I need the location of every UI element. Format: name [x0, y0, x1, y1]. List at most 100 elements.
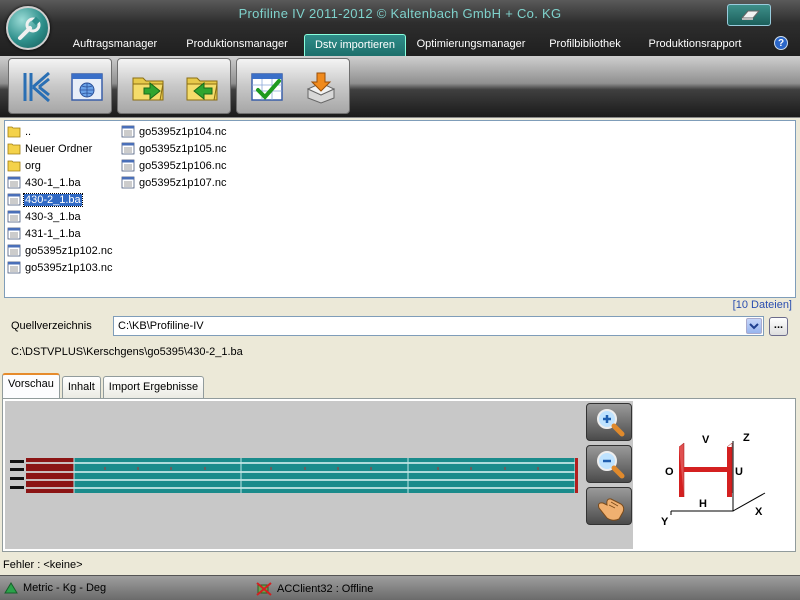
- checklist-button[interactable]: [249, 69, 285, 105]
- file-column-2: go5395z1p104.nc go5395z1p105.nc go5395z1…: [121, 123, 227, 191]
- help-icon[interactable]: ?: [774, 36, 788, 50]
- text-file-icon: [121, 159, 135, 172]
- source-directory-combobox[interactable]: C:\KB\Profiline-IV: [113, 316, 764, 336]
- file-count-label: [10 Dateien]: [732, 299, 792, 311]
- profile-beam-drawing: [10, 458, 578, 493]
- tab-inhalt[interactable]: Inhalt: [61, 376, 101, 398]
- dstv-logo-button[interactable]: [19, 69, 55, 105]
- text-file-icon: [7, 227, 21, 240]
- menu-optimierungsmanager[interactable]: Optimierungsmanager: [406, 34, 536, 56]
- folder-import-icon: [132, 77, 164, 101]
- folder-import-button[interactable]: [130, 69, 166, 105]
- list-item-file[interactable]: go5395z1p107.nc: [121, 174, 227, 191]
- source-directory-label: Quellverzeichnis: [11, 320, 92, 332]
- dstv-logo-icon: [23, 71, 50, 103]
- pan-button[interactable]: [586, 487, 632, 525]
- file-column-1: .. Neuer Ordner org 430-1_1.ba 430-2_1.b…: [7, 123, 113, 276]
- units-status[interactable]: Metric - Kg - Deg: [4, 582, 106, 594]
- menu-dstv-importieren[interactable]: Dstv importieren: [304, 34, 406, 56]
- preview-toolbar: [583, 401, 633, 549]
- folder-export-icon: [186, 77, 218, 101]
- list-item-folder[interactable]: Neuer Ordner: [7, 140, 113, 157]
- text-file-icon: [121, 142, 135, 155]
- text-file-icon: [7, 210, 21, 223]
- current-file-path: C:\DSTVPLUS\Kerschgens\go5395\430-2_1.ba: [11, 346, 243, 358]
- checklist-icon: [251, 73, 283, 101]
- toolbar: [0, 56, 800, 118]
- file-name: go5395z1p104.nc: [139, 125, 227, 138]
- file-name: go5395z1p107.nc: [139, 176, 227, 189]
- h-profile-icon: [678, 442, 733, 497]
- profile-orientation-diagram: V Z O U H Y X: [635, 401, 793, 549]
- text-file-icon: [7, 244, 21, 257]
- text-file-icon: [7, 176, 21, 189]
- hand-icon: [598, 498, 625, 521]
- import-install-icon: [306, 72, 336, 104]
- list-item-file[interactable]: 430-3_1.ba: [7, 208, 113, 225]
- web-browser-icon: [71, 73, 103, 101]
- network-offline-icon: [256, 582, 272, 596]
- file-name: Neuer Ordner: [25, 142, 93, 155]
- combobox-dropdown-button[interactable]: [746, 318, 762, 334]
- list-item-file[interactable]: 430-1_1.ba: [7, 174, 113, 191]
- source-directory-value: C:\KB\Profiline-IV: [118, 320, 204, 332]
- menu-auftragsmanager[interactable]: Auftragsmanager: [60, 34, 170, 56]
- toolbar-group-1: [8, 58, 112, 114]
- menu-produktionsrapport[interactable]: Produktionsrapport: [634, 34, 756, 56]
- toolbar-group-3: [236, 58, 350, 114]
- minimize-button[interactable]: [727, 4, 771, 26]
- list-item-file[interactable]: go5395z1p103.nc: [7, 259, 113, 276]
- error-status: Fehler : <keine>: [3, 559, 83, 571]
- list-item-file[interactable]: go5395z1p104.nc: [121, 123, 227, 140]
- diagram-label-o: O: [665, 466, 674, 478]
- units-icon: [4, 582, 18, 594]
- status-bar: Metric - Kg - Deg ACClient32 : Offline: [0, 575, 800, 600]
- menu-produktionsmanager[interactable]: Produktionsmanager: [170, 34, 304, 56]
- diagram-label-v: V: [702, 434, 710, 446]
- browse-button[interactable]: ...: [769, 317, 788, 336]
- client-label: ACClient32 : Offline: [277, 583, 374, 595]
- file-name: org: [25, 159, 41, 172]
- menu-profilbibliothek[interactable]: Profilbibliothek: [536, 34, 634, 56]
- folder-export-button[interactable]: [184, 69, 220, 105]
- zoom-out-button[interactable]: [586, 445, 632, 483]
- folder-icon: [7, 143, 21, 155]
- file-name: go5395z1p103.nc: [25, 261, 113, 274]
- tab-vorschau[interactable]: Vorschau: [2, 373, 60, 398]
- list-item-file[interactable]: 431-1_1.ba: [7, 225, 113, 242]
- app-title: Profiline IV 2011-2012 © Kaltenbach GmbH…: [238, 6, 562, 21]
- toolbar-group-2: [117, 58, 231, 114]
- file-name: 431-1_1.ba: [25, 227, 81, 240]
- title-bar: Profiline IV 2011-2012 © Kaltenbach GmbH…: [0, 0, 800, 56]
- list-item-folder[interactable]: org: [7, 157, 113, 174]
- file-name: go5395z1p105.nc: [139, 142, 227, 155]
- units-label: Metric - Kg - Deg: [23, 582, 107, 594]
- text-file-icon: [121, 125, 135, 138]
- zoom-in-icon: [597, 409, 625, 437]
- file-name: go5395z1p102.nc: [25, 244, 113, 257]
- diagram-label-x: X: [755, 506, 763, 518]
- tab-import-ergebnisse[interactable]: Import Ergebnisse: [102, 376, 205, 398]
- file-name: 430-3_1.ba: [25, 210, 81, 223]
- import-install-button[interactable]: [303, 69, 339, 105]
- profile-preview-canvas[interactable]: [5, 401, 583, 549]
- zoom-in-button[interactable]: [586, 403, 632, 441]
- diagram-label-h: H: [699, 498, 707, 510]
- list-item-file-selected[interactable]: 430-2_1.ba: [7, 191, 113, 208]
- preview-tabs: Vorschau Inhalt Import Ergebnisse: [2, 373, 206, 398]
- preview-panel: V Z O U H Y X: [2, 398, 796, 552]
- file-list[interactable]: .. Neuer Ordner org 430-1_1.ba 430-2_1.b…: [4, 120, 796, 298]
- web-browser-button[interactable]: [69, 69, 105, 105]
- file-name: go5395z1p106.nc: [139, 159, 227, 172]
- text-file-icon: [121, 176, 135, 189]
- list-item-file[interactable]: go5395z1p102.nc: [7, 242, 113, 259]
- beam-end-marks: [10, 460, 24, 489]
- list-item-file[interactable]: go5395z1p106.nc: [121, 157, 227, 174]
- text-file-icon: [7, 193, 21, 206]
- client-status[interactable]: ACClient32 : Offline: [256, 582, 373, 596]
- chevron-down-icon: [749, 323, 759, 330]
- list-item-folder[interactable]: ..: [7, 123, 113, 140]
- list-item-file[interactable]: go5395z1p105.nc: [121, 140, 227, 157]
- main-menu: Auftragsmanager Produktionsmanager Dstv …: [60, 34, 756, 56]
- diagram-label-y: Y: [661, 516, 669, 528]
